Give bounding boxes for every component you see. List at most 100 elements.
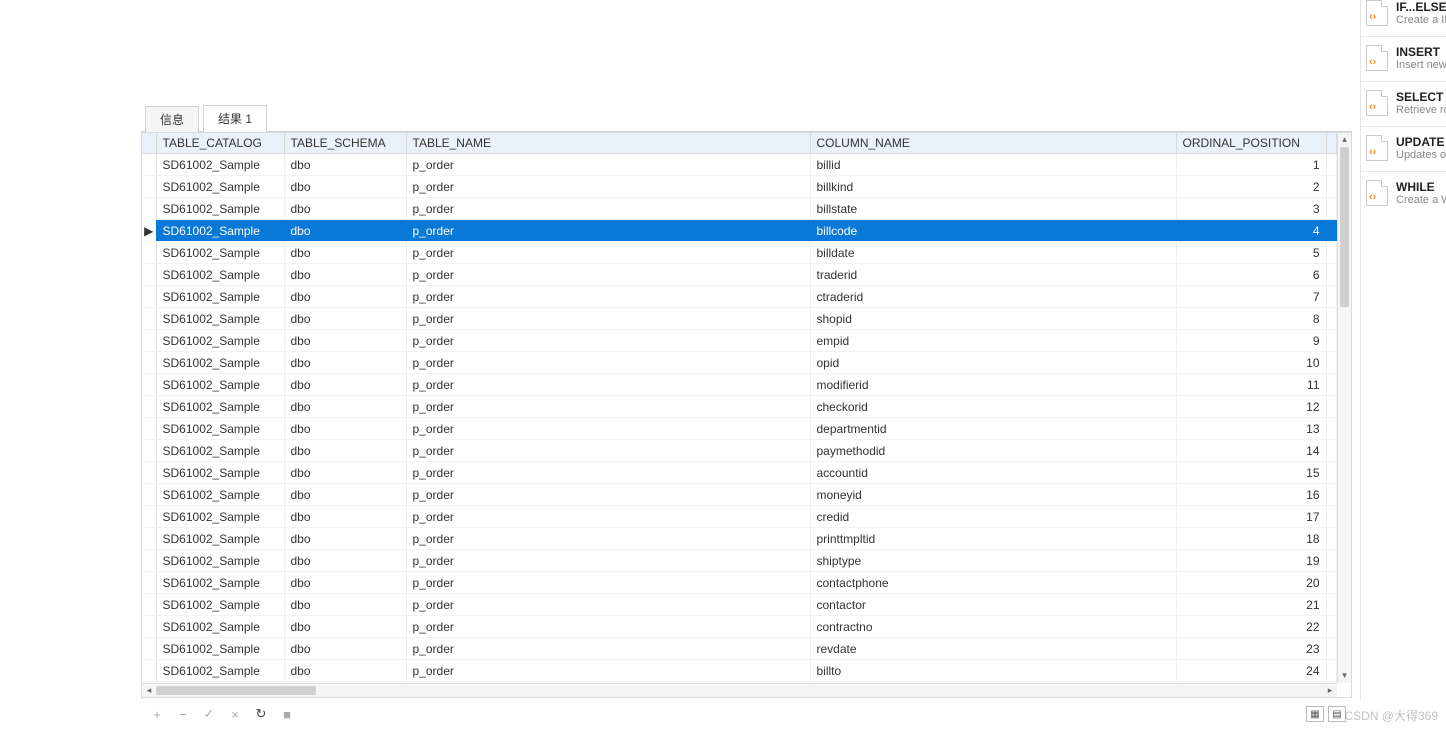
- snippet-item[interactable]: ‹›IF...ELSECreate a IF: [1360, 0, 1446, 36]
- cell-table-catalog[interactable]: SD61002_Sample: [156, 440, 284, 462]
- scroll-up-icon[interactable]: ▴: [1338, 133, 1351, 147]
- table-row[interactable]: SD61002_Sampledbop_ordershopid8: [142, 308, 1337, 330]
- cell-table-schema[interactable]: dbo: [284, 242, 406, 264]
- cell-table-schema[interactable]: dbo: [284, 572, 406, 594]
- snippet-item[interactable]: ‹›WHILECreate a W within a W as the loo: [1360, 171, 1446, 216]
- vertical-scrollbar[interactable]: ▴ ▾: [1337, 133, 1351, 683]
- cell-column-name[interactable]: departmentid: [810, 418, 1176, 440]
- table-row[interactable]: SD61002_Sampledbop_ordermoneyid16: [142, 484, 1337, 506]
- table-row[interactable]: SD61002_Sampledbop_orderbillkind2: [142, 176, 1337, 198]
- cell-column-name[interactable]: revdate: [810, 638, 1176, 660]
- cell-table-name[interactable]: p_order: [406, 660, 810, 682]
- cell-ordinal-position[interactable]: 3: [1176, 198, 1326, 220]
- cell-table-catalog[interactable]: SD61002_Sample: [156, 176, 284, 198]
- cell-column-name[interactable]: billid: [810, 154, 1176, 176]
- cell-column-name[interactable]: billkind: [810, 176, 1176, 198]
- cell-table-name[interactable]: p_order: [406, 396, 810, 418]
- cell-table-name[interactable]: p_order: [406, 374, 810, 396]
- cell-table-catalog[interactable]: SD61002_Sample: [156, 462, 284, 484]
- cell-table-name[interactable]: p_order: [406, 440, 810, 462]
- cell-column-name[interactable]: shiptype: [810, 550, 1176, 572]
- cell-column-name[interactable]: modifierid: [810, 374, 1176, 396]
- cell-column-name[interactable]: billstate: [810, 198, 1176, 220]
- table-row[interactable]: SD61002_Sampledbop_orderaccountid15: [142, 462, 1337, 484]
- cell-table-name[interactable]: p_order: [406, 264, 810, 286]
- cell-column-name[interactable]: moneyid: [810, 484, 1176, 506]
- cell-table-catalog[interactable]: SD61002_Sample: [156, 286, 284, 308]
- cell-table-schema[interactable]: dbo: [284, 374, 406, 396]
- cell-column-name[interactable]: traderid: [810, 264, 1176, 286]
- cell-table-schema[interactable]: dbo: [284, 462, 406, 484]
- cell-table-schema[interactable]: dbo: [284, 506, 406, 528]
- cell-ordinal-position[interactable]: 14: [1176, 440, 1326, 462]
- cell-table-schema[interactable]: dbo: [284, 550, 406, 572]
- cell-column-name[interactable]: credid: [810, 506, 1176, 528]
- grid-view-toggle[interactable]: ▦: [1306, 706, 1324, 722]
- vertical-scroll-thumb[interactable]: [1340, 147, 1349, 307]
- cell-table-schema[interactable]: dbo: [284, 484, 406, 506]
- cell-ordinal-position[interactable]: 10: [1176, 352, 1326, 374]
- table-row[interactable]: SD61002_Sampledbop_orderbillto24: [142, 660, 1337, 682]
- cell-ordinal-position[interactable]: 9: [1176, 330, 1326, 352]
- form-view-toggle[interactable]: ▤: [1328, 706, 1346, 722]
- cell-table-name[interactable]: p_order: [406, 242, 810, 264]
- cell-ordinal-position[interactable]: 22: [1176, 616, 1326, 638]
- cancel-button[interactable]: ×: [225, 704, 245, 724]
- add-row-button[interactable]: +: [147, 704, 167, 724]
- table-row[interactable]: SD61002_Sampledbop_orderprinttmpltid18: [142, 528, 1337, 550]
- cell-table-schema[interactable]: dbo: [284, 220, 406, 242]
- cell-table-schema[interactable]: dbo: [284, 154, 406, 176]
- cell-table-schema[interactable]: dbo: [284, 176, 406, 198]
- cell-column-name[interactable]: contractno: [810, 616, 1176, 638]
- cell-table-schema[interactable]: dbo: [284, 616, 406, 638]
- cell-table-schema[interactable]: dbo: [284, 418, 406, 440]
- table-row[interactable]: SD61002_Sampledbop_orderbillstate3: [142, 198, 1337, 220]
- cell-table-catalog[interactable]: SD61002_Sample: [156, 594, 284, 616]
- cell-table-name[interactable]: p_order: [406, 308, 810, 330]
- table-row[interactable]: SD61002_Sampledbop_ordercheckorid12: [142, 396, 1337, 418]
- cell-column-name[interactable]: printtmpltid: [810, 528, 1176, 550]
- table-row[interactable]: SD61002_Sampledbop_orderrevdate23: [142, 638, 1337, 660]
- cell-table-schema[interactable]: dbo: [284, 198, 406, 220]
- table-row[interactable]: SD61002_Sampledbop_orderdepartmentid13: [142, 418, 1337, 440]
- cell-table-catalog[interactable]: SD61002_Sample: [156, 418, 284, 440]
- cell-column-name[interactable]: checkorid: [810, 396, 1176, 418]
- cell-table-catalog[interactable]: SD61002_Sample: [156, 616, 284, 638]
- cell-ordinal-position[interactable]: 8: [1176, 308, 1326, 330]
- col-table-catalog[interactable]: TABLE_CATALOG: [156, 133, 284, 154]
- cell-table-schema[interactable]: dbo: [284, 286, 406, 308]
- cell-ordinal-position[interactable]: 4: [1176, 220, 1326, 242]
- cell-table-catalog[interactable]: SD61002_Sample: [156, 242, 284, 264]
- cell-ordinal-position[interactable]: 16: [1176, 484, 1326, 506]
- cell-column-name[interactable]: contactor: [810, 594, 1176, 616]
- col-table-schema[interactable]: TABLE_SCHEMA: [284, 133, 406, 154]
- cell-table-catalog[interactable]: SD61002_Sample: [156, 660, 284, 682]
- table-row[interactable]: SD61002_Sampledbop_orderbillid1: [142, 154, 1337, 176]
- cell-table-name[interactable]: p_order: [406, 484, 810, 506]
- cell-ordinal-position[interactable]: 24: [1176, 660, 1326, 682]
- cell-table-schema[interactable]: dbo: [284, 440, 406, 462]
- cell-table-schema[interactable]: dbo: [284, 660, 406, 682]
- tab-result-1[interactable]: 结果 1: [203, 105, 267, 132]
- cell-table-catalog[interactable]: SD61002_Sample: [156, 264, 284, 286]
- cell-table-name[interactable]: p_order: [406, 528, 810, 550]
- cell-ordinal-position[interactable]: 21: [1176, 594, 1326, 616]
- table-row[interactable]: SD61002_Sampledbop_orderopid10: [142, 352, 1337, 374]
- snippet-item[interactable]: ‹›UPDATEUpdates or named tab: [1360, 126, 1446, 171]
- table-row[interactable]: ▶SD61002_Sampledbop_orderbillcode4: [142, 220, 1337, 242]
- table-row[interactable]: SD61002_Sampledbop_orderbilldate5: [142, 242, 1337, 264]
- scroll-right-icon[interactable]: ▸: [1323, 684, 1337, 698]
- cell-table-name[interactable]: p_order: [406, 352, 810, 374]
- cell-table-catalog[interactable]: SD61002_Sample: [156, 308, 284, 330]
- cell-ordinal-position[interactable]: 20: [1176, 572, 1326, 594]
- apply-button[interactable]: ✓: [199, 704, 219, 724]
- cell-table-catalog[interactable]: SD61002_Sample: [156, 374, 284, 396]
- cell-table-schema[interactable]: dbo: [284, 528, 406, 550]
- cell-table-schema[interactable]: dbo: [284, 638, 406, 660]
- snippet-item[interactable]: ‹›INSERTInsert new: [1360, 36, 1446, 81]
- cell-table-catalog[interactable]: SD61002_Sample: [156, 352, 284, 374]
- cell-table-schema[interactable]: dbo: [284, 330, 406, 352]
- cell-column-name[interactable]: contactphone: [810, 572, 1176, 594]
- cell-table-name[interactable]: p_order: [406, 462, 810, 484]
- cell-table-name[interactable]: p_order: [406, 638, 810, 660]
